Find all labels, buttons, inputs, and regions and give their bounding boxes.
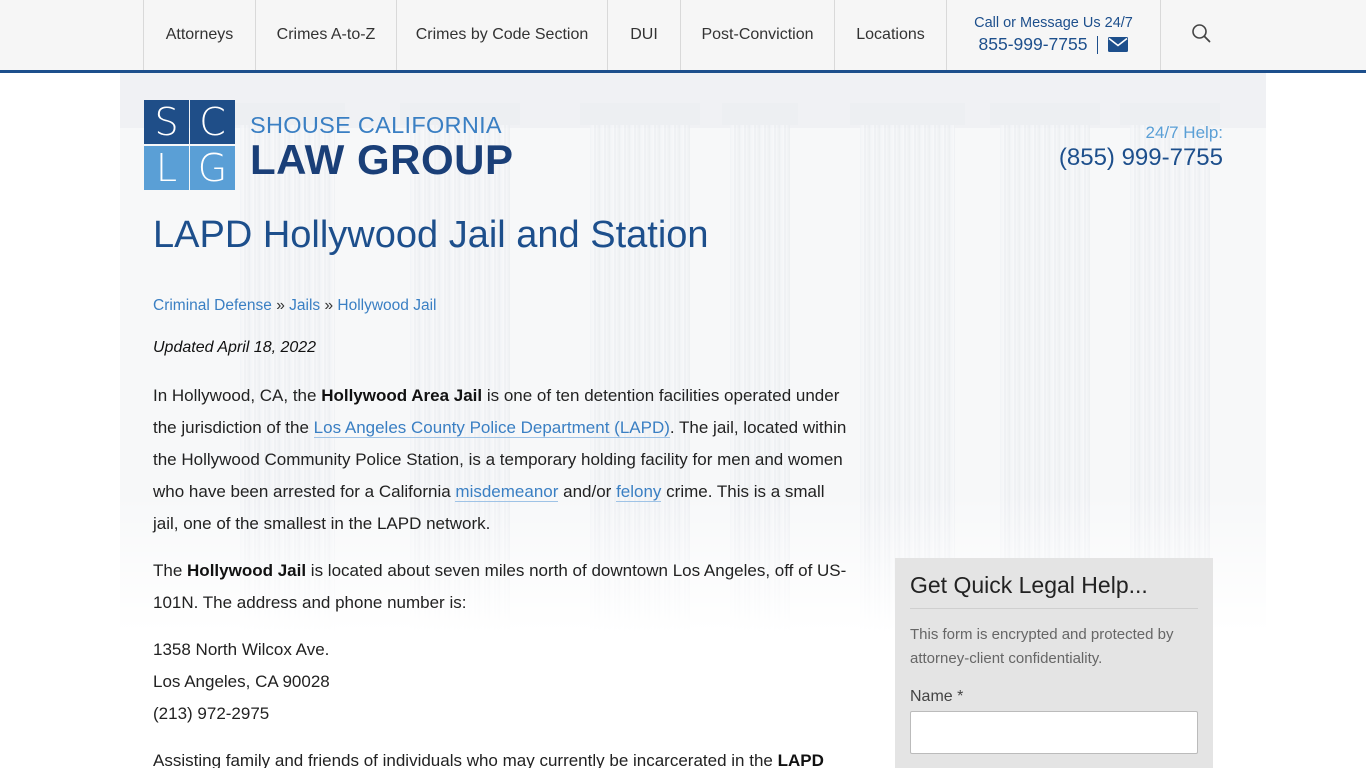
help-phone-link[interactable]: (855) 999-7755	[1059, 144, 1223, 172]
help-label: 24/7 Help:	[1145, 123, 1224, 142]
call-label: Call or Message Us 24/7	[974, 15, 1133, 31]
address-phone: (213) 972-2975	[153, 704, 270, 723]
form-title: Get Quick Legal Help...	[910, 572, 1198, 609]
nav-item-attorneys[interactable]: Attorneys	[144, 0, 256, 70]
name-input[interactable]	[910, 711, 1198, 754]
breadcrumb-jails[interactable]: Jails	[289, 297, 320, 314]
bold-text: LAPD	[777, 751, 824, 768]
bold-text: Hollywood Area Jail	[321, 386, 483, 405]
call-row: 855-999-7755	[979, 34, 1129, 55]
form-note: This form is encrypted and protected by …	[910, 626, 1174, 667]
envelope-icon[interactable]	[1108, 37, 1129, 52]
call-phone-link[interactable]: 855-999-7755	[979, 34, 1088, 55]
logo-line-1: SHOUSE CALIFORNIA	[250, 112, 502, 138]
link-felony[interactable]: felony	[616, 482, 662, 502]
address-block: 1358 North Wilcox Ave. Los Angeles, CA 9…	[153, 634, 853, 730]
search-icon	[1191, 23, 1211, 48]
name-label: Name *	[910, 688, 964, 705]
quick-legal-help-form: Get Quick Legal Help... This form is enc…	[895, 558, 1213, 768]
text: The	[153, 561, 188, 580]
updated-date: Updated April 18, 2022	[153, 339, 317, 356]
nav-call-box: Call or Message Us 24/7 855-999-7755	[947, 0, 1161, 70]
breadcrumb-hollywood-jail[interactable]: Hollywood Jail	[337, 297, 436, 314]
logo-letter-c: C	[190, 100, 235, 144]
text: Assisting family and friends of individu…	[153, 751, 778, 768]
bold-text: Hollywood Jail	[187, 561, 307, 580]
help-contact: 24/7 Help: (855) 999-7755	[1059, 122, 1223, 172]
logo-mark: S C L G	[144, 100, 235, 190]
breadcrumb-separator: »	[324, 297, 334, 314]
link-misdemeanor[interactable]: misdemeanor	[455, 482, 559, 502]
breadcrumb-separator: »	[276, 297, 285, 314]
paragraph-intro: In Hollywood, CA, the Hollywood Area Jai…	[153, 380, 853, 540]
link-lapd[interactable]: Los Angeles County Police Department (LA…	[313, 418, 670, 438]
nav-item-dui[interactable]: DUI	[608, 0, 681, 70]
address-city: Los Angeles, CA 90028	[153, 672, 330, 691]
text: In Hollywood, CA, the	[153, 386, 322, 405]
logo-letter-l: L	[144, 146, 189, 190]
page-title: LAPD Hollywood Jail and Station	[153, 214, 709, 256]
nav-item-crimes-by-code-section[interactable]: Crimes by Code Section	[397, 0, 608, 70]
top-navigation: Attorneys Crimes A-to-Z Crimes by Code S…	[0, 0, 1366, 73]
logo-wordmark: SHOUSE CALIFORNIA LAW GROUP	[250, 112, 514, 182]
breadcrumb-criminal-defense[interactable]: Criminal Defense	[153, 297, 272, 314]
nav-menu: Attorneys Crimes A-to-Z Crimes by Code S…	[143, 0, 1241, 70]
nav-item-crimes-a-to-z[interactable]: Crimes A-to-Z	[256, 0, 397, 70]
breadcrumb: Criminal Defense » Jails » Hollywood Jai…	[153, 297, 436, 315]
logo-letter-s: S	[144, 100, 189, 144]
divider	[1097, 35, 1099, 54]
nav-item-post-conviction[interactable]: Post-Conviction	[681, 0, 835, 70]
article-content: In Hollywood, CA, the Hollywood Area Jai…	[153, 380, 853, 768]
address-street: 1358 North Wilcox Ave.	[153, 640, 330, 659]
logo-line-2: LAW GROUP	[250, 136, 514, 183]
logo-letter-g: G	[190, 146, 235, 190]
search-button[interactable]	[1161, 0, 1241, 70]
nav-item-locations[interactable]: Locations	[835, 0, 947, 70]
paragraph-location: The Hollywood Jail is located about seve…	[153, 555, 853, 619]
text: and/or	[558, 482, 617, 501]
paragraph-assisting: Assisting family and friends of individu…	[153, 745, 853, 768]
site-logo[interactable]: S C L G SHOUSE CALIFORNIA LAW GROUP	[144, 100, 514, 190]
